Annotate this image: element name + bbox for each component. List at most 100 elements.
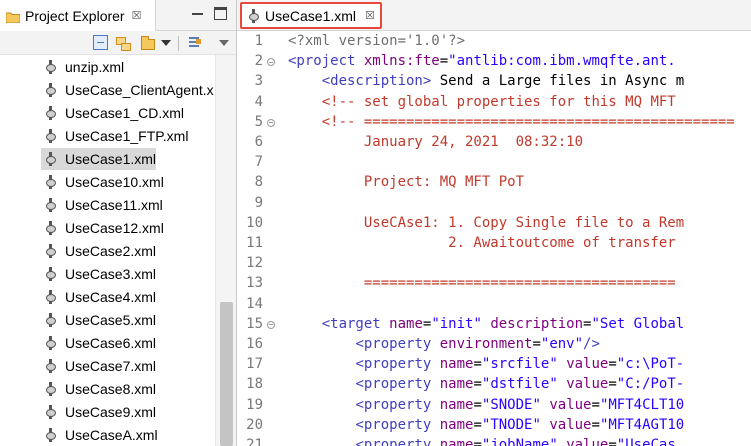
tree-item-label: UseCase5.xml [65,312,157,328]
tree-item[interactable]: UseCase12.xml [41,217,164,239]
code-token: "antlib:com.ibm.wmqfte.ant. [448,53,676,70]
code-token: <project [288,53,364,70]
project-explorer-view: Project Explorer ☒ unzip.xml UseCase_Clie… [0,0,237,446]
code-token: <description> [321,73,432,90]
line-number: 2 [254,53,263,70]
line-number: 6 [254,134,263,150]
close-icon[interactable]: ☒ [365,9,375,22]
code-token: description [490,315,584,332]
tree-item[interactable]: UseCase1.xml [41,148,157,170]
tree-item[interactable]: UseCase6.xml [41,332,156,354]
code-text: <description> Send a Large files in Asyn… [288,73,684,89]
project-explorer-tab[interactable]: Project Explorer ☒ [0,0,156,31]
tree-item-label: UseCase1.xml [65,151,157,167]
xml-file-icon [43,105,59,121]
line-number: 15 [246,315,263,332]
editor-tab-label: UseCase1.xml [265,7,357,24]
xml-file-icon [43,358,59,374]
fold-toggle-icon[interactable] [267,320,275,329]
code-token: "TNODE" [481,416,541,433]
code-text: <!-- ===================================… [288,114,735,130]
code-text: <!-- set global properties for this MQ M… [288,94,676,110]
tree-item-label: UseCase1_CD.xml [65,105,185,121]
view-menu-icon[interactable] [219,35,229,50]
close-icon[interactable]: ☒ [132,9,142,22]
tree-item[interactable]: UseCase7.xml [41,355,156,377]
xml-file-icon [43,174,59,190]
tree-item[interactable]: UseCase4.xml [41,286,156,308]
code-token: = [608,356,617,373]
line-number: 18 [246,376,263,393]
xml-file-icon [43,197,59,213]
link-with-editor-icon[interactable] [115,35,131,51]
code-line: 4 <!-- set global properties for this MQ… [237,94,751,114]
code-token: "C:/PoT- [616,376,685,393]
minimize-icon[interactable] [191,7,204,20]
filter-icon[interactable] [187,35,202,50]
code-token: <property [355,336,440,352]
code-token: name [439,356,474,373]
code-line: 11 2. Awaitoutcome of transfer [237,235,751,255]
line-number: 7 [254,154,263,171]
code-line: 15 <target name="init" description="Set … [237,316,751,336]
tree-item[interactable]: UseCase1_CD.xml [41,102,184,124]
code-token: value [566,437,609,446]
code-line: 1 <?xml version='1.0'?> [237,33,751,53]
code-editor[interactable]: 1 <?xml version='1.0'?> 2 <project xmlns:ft… [237,31,751,446]
fold-toggle-icon[interactable] [267,118,275,127]
line-number: 16 [246,336,263,352]
tree-item[interactable]: UseCase9.xml [41,401,156,423]
code-line: 9 [237,195,751,215]
new-folder-icon[interactable] [140,35,155,50]
code-token: = [608,437,617,446]
code-token: value [566,356,609,373]
tree-item[interactable]: UseCase1_FTP.xml [41,125,188,147]
xml-file-icon [43,220,59,236]
code-text: UseCAse1: 1. Copy Single file to a Rem [288,215,684,231]
editor-tab-usecase1[interactable]: UseCase1.xml ☒ [240,2,382,29]
chevron-down-icon[interactable] [161,35,171,50]
tree-item[interactable]: UseCase8.xml [41,378,156,400]
code-line: 10 UseCAse1: 1. Copy Single file to a Re… [237,215,751,235]
code-token: name [439,396,474,413]
line-number: 17 [246,356,263,373]
tree-item[interactable]: UseCase_ClientAgent.x [41,79,214,101]
tree-item[interactable]: UseCaseA.xml [41,424,158,446]
code-token: "srcfile" [481,356,558,373]
tree-item[interactable]: UseCase10.xml [41,171,164,193]
code-token: name [389,315,423,332]
code-token: "jobName" [481,437,558,446]
code-token: environment [439,336,533,352]
line-number: 3 [254,73,263,90]
code-token: name [439,376,474,393]
tree-item[interactable]: UseCase5.xml [41,309,156,331]
code-token: <!-- ===================================… [321,113,735,130]
code-token: "init" [431,315,482,332]
code-token: <property [355,376,440,393]
tree-item[interactable]: UseCase2.xml [41,240,156,262]
editor-tabbar: UseCase1.xml ☒ [237,0,751,31]
collapse-all-icon[interactable] [93,35,108,50]
code-token: 2. Awaitoutcome of transfer [288,235,676,251]
code-token: <property [355,396,440,413]
code-token: = [608,376,617,393]
code-line: 20 <property name="TNODE" value="MFT4AGT… [237,417,751,437]
tree-scrollbar-thumb[interactable] [220,302,233,446]
xml-file-icon [43,404,59,420]
fold-toggle-icon[interactable] [267,58,275,67]
tree-item[interactable]: UseCase11.xml [41,194,163,216]
code-text: <property name="TNODE" value="MFT4AGT10 [288,417,684,433]
tree-scrollbar[interactable] [215,55,236,446]
maximize-icon[interactable] [214,7,227,20]
line-number: 14 [246,295,263,312]
code-token: = [439,53,449,70]
tree-item-label: UseCase2.xml [65,243,157,259]
tree-item[interactable]: UseCase3.xml [41,263,156,285]
code-token: "Set Global [591,315,685,332]
tree-item[interactable]: unzip.xml [41,56,124,78]
